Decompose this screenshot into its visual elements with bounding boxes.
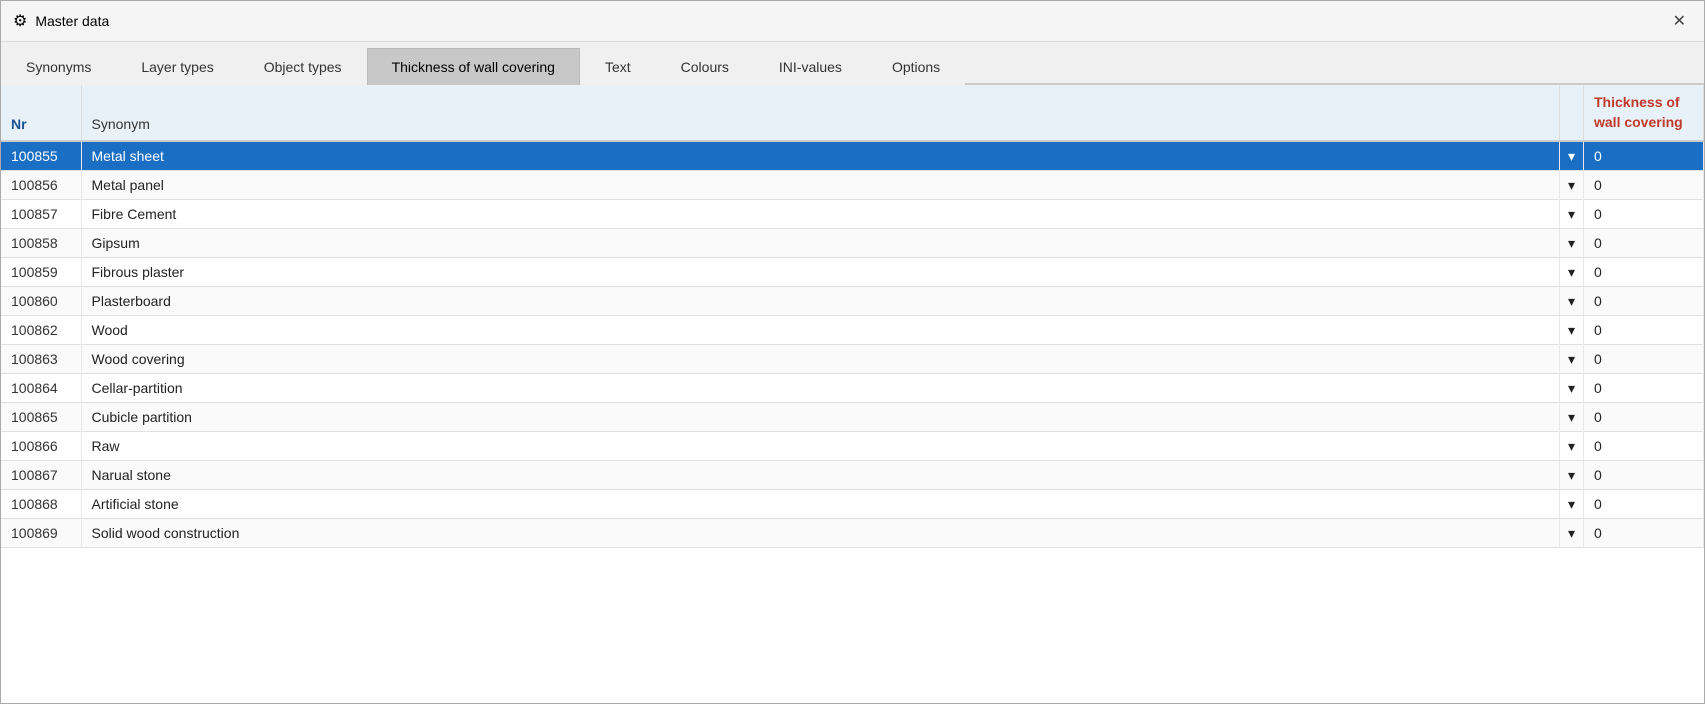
cell-synonym: Cellar-partition	[81, 374, 1560, 403]
table-container[interactable]: Nr Synonym Thickness of wall covering 10…	[1, 85, 1704, 703]
cell-synonym: Raw	[81, 432, 1560, 461]
cell-dropdown[interactable]: ▾	[1560, 432, 1584, 461]
table-row[interactable]: 100868Artificial stone▾0	[1, 490, 1704, 519]
cell-nr: 100868	[1, 490, 81, 519]
col-header-dropdown-spacer	[1560, 85, 1584, 141]
table-row[interactable]: 100860Plasterboard▾0	[1, 287, 1704, 316]
cell-thickness-value: 0	[1584, 171, 1704, 200]
cell-synonym: Cubicle partition	[81, 403, 1560, 432]
table-row[interactable]: 100855Metal sheet▾0	[1, 141, 1704, 171]
tab-options[interactable]: Options	[867, 48, 965, 85]
close-button[interactable]: ✕	[1667, 9, 1692, 33]
title-bar-left: ⚙ Master data	[13, 11, 109, 31]
cell-thickness-value: 0	[1584, 229, 1704, 258]
table-row[interactable]: 100859Fibrous plaster▾0	[1, 258, 1704, 287]
cell-dropdown[interactable]: ▾	[1560, 490, 1584, 519]
table-row[interactable]: 100864Cellar-partition▾0	[1, 374, 1704, 403]
tab-object-types[interactable]: Object types	[239, 48, 367, 85]
cell-nr: 100856	[1, 171, 81, 200]
tab-bar: Synonyms Layer types Object types Thickn…	[1, 42, 1704, 85]
cell-nr: 100867	[1, 461, 81, 490]
cell-synonym: Wood	[81, 316, 1560, 345]
cell-dropdown[interactable]: ▾	[1560, 287, 1584, 316]
cell-dropdown[interactable]: ▾	[1560, 345, 1584, 374]
cell-dropdown[interactable]: ▾	[1560, 229, 1584, 258]
table-row[interactable]: 100867Narual stone▾0	[1, 461, 1704, 490]
tab-thickness[interactable]: Thickness of wall covering	[367, 48, 580, 85]
cell-synonym: Plasterboard	[81, 287, 1560, 316]
cell-thickness-value: 0	[1584, 374, 1704, 403]
tab-layer-types[interactable]: Layer types	[116, 48, 238, 85]
cell-thickness-value: 0	[1584, 403, 1704, 432]
cell-dropdown[interactable]: ▾	[1560, 519, 1584, 548]
cell-thickness-value: 0	[1584, 345, 1704, 374]
cell-synonym: Fibre Cement	[81, 200, 1560, 229]
cell-synonym: Wood covering	[81, 345, 1560, 374]
cell-nr: 100855	[1, 141, 81, 171]
tab-text[interactable]: Text	[580, 48, 656, 85]
cell-thickness-value: 0	[1584, 490, 1704, 519]
window-title: Master data	[35, 13, 109, 29]
main-content: Nr Synonym Thickness of wall covering 10…	[1, 85, 1704, 703]
cell-dropdown[interactable]: ▾	[1560, 461, 1584, 490]
cell-nr: 100866	[1, 432, 81, 461]
cell-nr: 100859	[1, 258, 81, 287]
table-row[interactable]: 100857Fibre Cement▾0	[1, 200, 1704, 229]
table-row[interactable]: 100869Solid wood construction▾0	[1, 519, 1704, 548]
col-header-thickness: Thickness of wall covering	[1584, 85, 1704, 141]
col-header-nr: Nr	[1, 85, 81, 141]
cell-nr: 100862	[1, 316, 81, 345]
tab-ini-values[interactable]: INI-values	[754, 48, 867, 85]
cell-thickness-value: 0	[1584, 461, 1704, 490]
table-row[interactable]: 100858Gipsum▾0	[1, 229, 1704, 258]
cell-dropdown[interactable]: ▾	[1560, 258, 1584, 287]
cell-dropdown[interactable]: ▾	[1560, 200, 1584, 229]
cell-dropdown[interactable]: ▾	[1560, 141, 1584, 171]
cell-nr: 100869	[1, 519, 81, 548]
gear-icon: ⚙	[13, 11, 27, 31]
cell-nr: 100857	[1, 200, 81, 229]
cell-nr: 100864	[1, 374, 81, 403]
data-table: Nr Synonym Thickness of wall covering 10…	[1, 85, 1704, 548]
cell-thickness-value: 0	[1584, 200, 1704, 229]
cell-dropdown[interactable]: ▾	[1560, 316, 1584, 345]
cell-synonym: Metal sheet	[81, 141, 1560, 171]
cell-synonym: Metal panel	[81, 171, 1560, 200]
cell-thickness-value: 0	[1584, 287, 1704, 316]
cell-thickness-value: 0	[1584, 432, 1704, 461]
cell-synonym: Solid wood construction	[81, 519, 1560, 548]
cell-synonym: Artificial stone	[81, 490, 1560, 519]
cell-nr: 100865	[1, 403, 81, 432]
tab-synonyms[interactable]: Synonyms	[1, 48, 116, 85]
table-body: 100855Metal sheet▾0100856Metal panel▾010…	[1, 141, 1704, 548]
cell-thickness-value: 0	[1584, 258, 1704, 287]
cell-dropdown[interactable]: ▾	[1560, 403, 1584, 432]
table-row[interactable]: 100866Raw▾0	[1, 432, 1704, 461]
table-row[interactable]: 100862Wood▾0	[1, 316, 1704, 345]
title-bar: ⚙ Master data ✕	[1, 1, 1704, 42]
table-row[interactable]: 100863Wood covering▾0	[1, 345, 1704, 374]
cell-nr: 100863	[1, 345, 81, 374]
cell-synonym: Narual stone	[81, 461, 1560, 490]
cell-nr: 100860	[1, 287, 81, 316]
cell-nr: 100858	[1, 229, 81, 258]
col-header-synonym: Synonym	[81, 85, 1560, 141]
master-data-window: ⚙ Master data ✕ Synonyms Layer types Obj…	[0, 0, 1705, 704]
cell-dropdown[interactable]: ▾	[1560, 171, 1584, 200]
cell-thickness-value: 0	[1584, 519, 1704, 548]
tab-colours[interactable]: Colours	[656, 48, 754, 85]
cell-synonym: Fibrous plaster	[81, 258, 1560, 287]
table-header-row: Nr Synonym Thickness of wall covering	[1, 85, 1704, 141]
table-row[interactable]: 100865Cubicle partition▾0	[1, 403, 1704, 432]
cell-thickness-value: 0	[1584, 316, 1704, 345]
cell-synonym: Gipsum	[81, 229, 1560, 258]
table-row[interactable]: 100856Metal panel▾0	[1, 171, 1704, 200]
cell-thickness-value: 0	[1584, 141, 1704, 171]
cell-dropdown[interactable]: ▾	[1560, 374, 1584, 403]
